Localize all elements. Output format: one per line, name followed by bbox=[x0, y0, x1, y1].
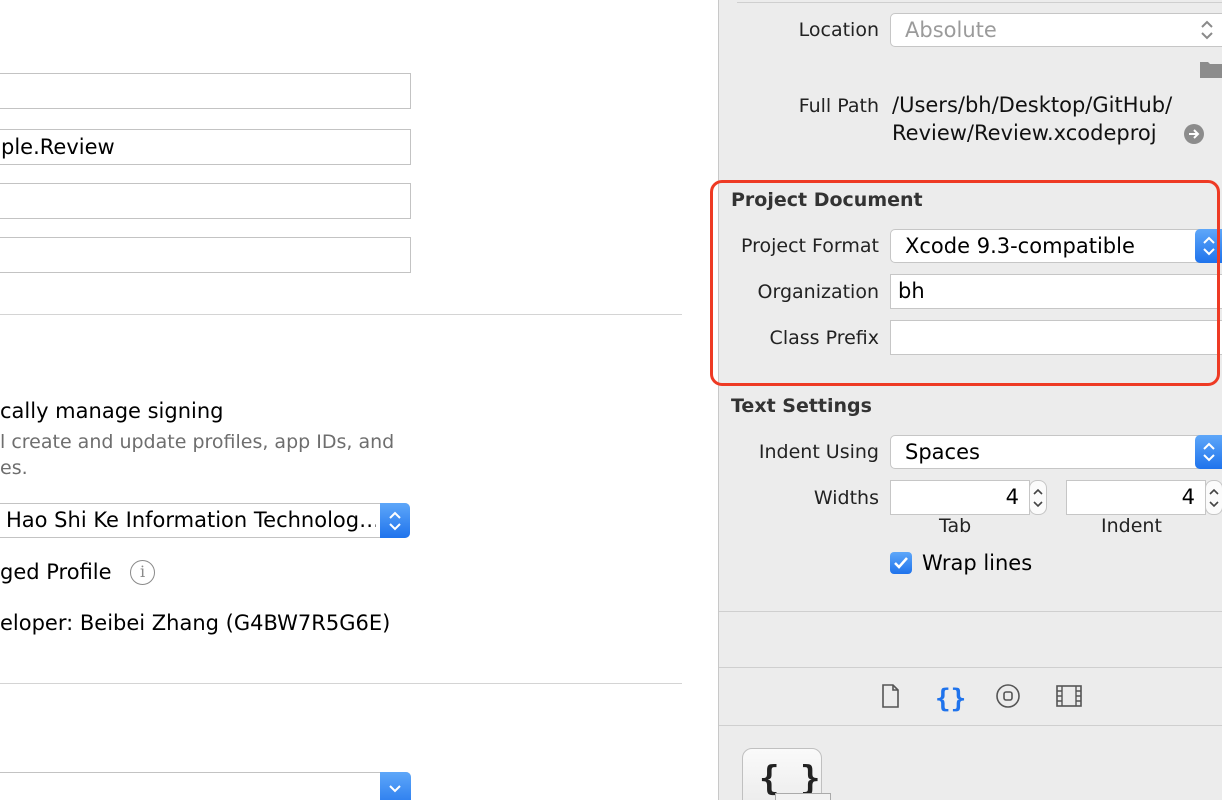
wrap-lines-label[interactable]: Wrap lines bbox=[922, 551, 1032, 575]
text-field-4[interactable] bbox=[0, 237, 411, 273]
indent-using-value: Spaces bbox=[905, 440, 980, 464]
signing-certificate-value: eloper: Beibei Zhang (G4BW7R5G6E) bbox=[0, 611, 391, 635]
auto-signing-description-line2: es. bbox=[0, 457, 28, 479]
wrap-lines-checkbox[interactable] bbox=[890, 552, 912, 574]
indent-width-field[interactable]: 4 bbox=[1066, 480, 1206, 515]
widths-label: Widths bbox=[813, 487, 879, 509]
location-popup-value: Absolute bbox=[905, 18, 997, 42]
inspector-top-divider bbox=[737, 2, 1222, 3]
project-format-popup[interactable]: Xcode 9.3-compatible bbox=[890, 229, 1222, 263]
class-prefix-field[interactable] bbox=[890, 320, 1222, 355]
svg-text:{}: {} bbox=[935, 684, 965, 713]
file-inspector: Location Absolute Full Path /Users/bh/De… bbox=[718, 0, 1222, 800]
inspector-divider bbox=[719, 611, 1222, 612]
location-popup[interactable]: Absolute bbox=[890, 13, 1222, 47]
popup-arrows-icon bbox=[1195, 229, 1222, 263]
project-format-value: Xcode 9.3-compatible bbox=[905, 234, 1135, 258]
auto-signing-label[interactable]: cally manage signing bbox=[0, 399, 224, 423]
code-snippet-library-icon[interactable]: {} bbox=[935, 683, 966, 714]
library-tabbar-top-divider bbox=[719, 667, 1222, 668]
tab-width-stepper[interactable] bbox=[1029, 480, 1047, 515]
indent-width-stepper[interactable] bbox=[1205, 480, 1222, 515]
text-settings-header: Text Settings bbox=[731, 395, 872, 417]
section-divider bbox=[0, 314, 682, 315]
team-popup-value: Hao Shi Ke Information Technolog… bbox=[6, 508, 376, 532]
code-snippet-tile[interactable]: { } bbox=[742, 748, 831, 800]
checkmark-icon bbox=[894, 557, 908, 569]
indent-label: Indent bbox=[1101, 515, 1162, 537]
object-library-icon[interactable] bbox=[995, 683, 1021, 709]
popup-arrows-icon bbox=[1195, 435, 1222, 469]
tab-label: Tab bbox=[939, 515, 972, 537]
bundle-identifier-field[interactable]: ple.Review bbox=[0, 129, 411, 165]
info-icon[interactable]: i bbox=[130, 560, 155, 585]
media-library-icon[interactable] bbox=[1055, 683, 1082, 709]
reveal-in-finder-icon[interactable] bbox=[1184, 124, 1204, 144]
tab-width-field[interactable]: 4 bbox=[890, 480, 1030, 515]
auto-signing-description-line1: l create and update profiles, app IDs, a… bbox=[0, 431, 395, 453]
team-popup[interactable]: Hao Shi Ke Information Technolog… bbox=[0, 503, 410, 538]
full-path-line1: /Users/bh/Desktop/GitHub/ bbox=[892, 93, 1173, 117]
popup-arrows-icon bbox=[380, 503, 410, 538]
section-divider-2 bbox=[0, 683, 682, 684]
project-format-label: Project Format bbox=[740, 235, 879, 257]
project-document-header: Project Document bbox=[731, 189, 923, 211]
project-editor-panel: ple.Review cally manage signing l create… bbox=[0, 0, 718, 800]
folder-icon[interactable] bbox=[1200, 60, 1222, 78]
chevron-down-icon bbox=[380, 772, 411, 800]
popup-arrows-icon bbox=[1201, 20, 1213, 40]
library-tabbar-bottom-divider bbox=[719, 725, 1222, 726]
text-field-1[interactable] bbox=[0, 73, 411, 109]
location-label: Location bbox=[798, 19, 879, 41]
indent-using-popup[interactable]: Spaces bbox=[890, 435, 1222, 469]
document-icon bbox=[775, 793, 831, 800]
indent-using-label: Indent Using bbox=[758, 441, 879, 463]
bottom-popup[interactable] bbox=[0, 772, 411, 800]
full-path-label: Full Path bbox=[798, 95, 879, 117]
text-field-3[interactable] bbox=[0, 183, 411, 219]
organization-label: Organization bbox=[757, 281, 879, 303]
full-path-line2: Review/Review.xcodeproj bbox=[892, 121, 1157, 145]
organization-field[interactable]: bh bbox=[890, 274, 1222, 309]
provisioning-profile-label: ged Profile bbox=[0, 560, 112, 584]
class-prefix-label: Class Prefix bbox=[769, 327, 879, 349]
file-template-library-icon[interactable] bbox=[877, 683, 903, 709]
